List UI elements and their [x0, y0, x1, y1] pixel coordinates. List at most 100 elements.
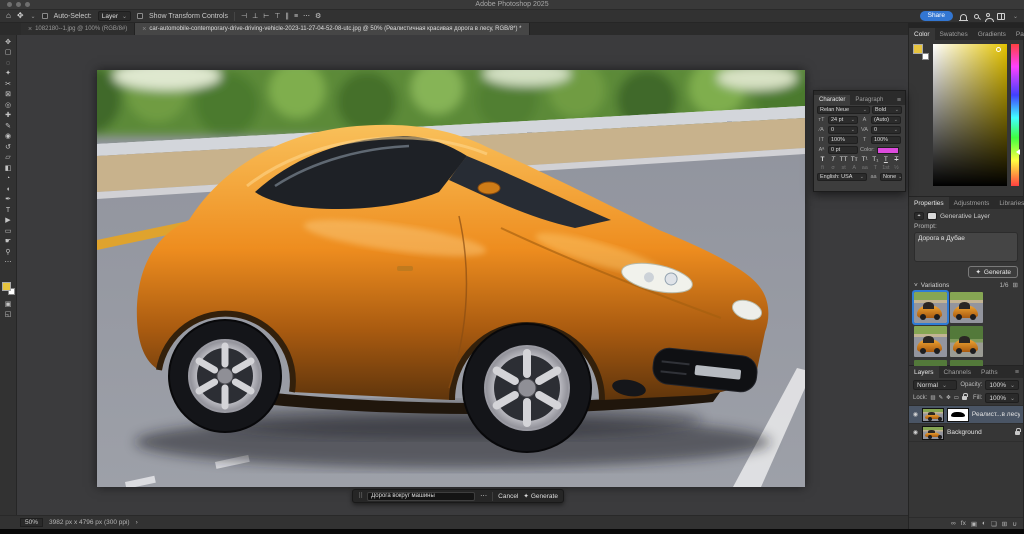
hand-tool[interactable]: ☛ — [1, 237, 16, 248]
variations-caret-icon[interactable]: ˅ — [914, 282, 918, 289]
baseline-field[interactable]: 0 pt — [828, 146, 858, 154]
lock-position-icon[interactable]: ✥ — [946, 395, 951, 401]
color-tab-color[interactable]: Color — [909, 28, 935, 40]
lock-pixels-icon[interactable]: ✎ — [939, 395, 944, 401]
taskbar-more-icon[interactable]: ⋯ — [480, 492, 487, 500]
layers-tab-layers[interactable]: Layers — [909, 366, 939, 378]
pen-tool[interactable]: ✒ — [1, 195, 16, 206]
taskbar-drag-handle[interactable]: ⠿ — [358, 492, 362, 500]
leading-field[interactable]: (Auto) — [871, 116, 901, 124]
foreground-color-swatch[interactable] — [2, 282, 11, 291]
crop-tool[interactable]: ✂ — [1, 79, 16, 90]
clone-stamp-tool[interactable]: ◉ — [1, 132, 16, 143]
marquee-tool[interactable]: ▢ — [1, 48, 16, 59]
background-color-swatch[interactable] — [922, 53, 929, 60]
path-selection-tool[interactable]: ▶ — [1, 216, 16, 227]
color-tab-gradients[interactable]: Gradients — [973, 28, 1011, 40]
lock-artboard-icon[interactable]: ▭ — [954, 395, 959, 401]
foreground-color-swatch[interactable] — [913, 44, 923, 54]
type-style-button-6[interactable]: T₁ — [871, 156, 880, 163]
quick-mask-button[interactable]: ▣ — [1, 299, 16, 310]
language-select[interactable]: English: USA — [817, 173, 867, 181]
edit-toolbar[interactable]: ⋯ — [1, 258, 16, 269]
notifications-bell-icon[interactable] — [960, 14, 967, 20]
opacity-dropdown[interactable]: 100% — [985, 380, 1019, 390]
layers-menu-icon[interactable]: ≡ — [1015, 366, 1023, 378]
settings-gear-icon[interactable]: ⚙ — [315, 13, 321, 20]
character-tab-character[interactable]: Character — [814, 95, 850, 105]
layer-thumbnail[interactable] — [922, 426, 944, 440]
eyedropper-tool[interactable]: ◎ — [1, 100, 16, 111]
search-icon[interactable] — [974, 14, 979, 19]
layers-adjustment-layer-icon[interactable]: ◐ — [982, 520, 986, 527]
opentype-button-6[interactable]: T — [871, 165, 880, 171]
zoom-level-field[interactable]: 50% — [20, 518, 43, 527]
layer-thumbnail[interactable] — [922, 408, 944, 422]
variation-thumbnail-2[interactable] — [950, 292, 983, 323]
shape-tool[interactable]: ▭ — [1, 226, 16, 237]
grid-view-icon[interactable]: ⊞ — [1013, 281, 1018, 289]
variation-thumbnail-1[interactable] — [914, 292, 947, 323]
align-left-icon[interactable]: ⊣ — [241, 13, 247, 20]
layers-link-layers-icon[interactable]: ∞ — [951, 520, 956, 527]
brush-tool[interactable]: ✎ — [1, 121, 16, 132]
align-center-h-icon[interactable]: ⊥ — [252, 13, 258, 20]
character-tab-paragraph[interactable]: Paragraph — [850, 95, 888, 105]
opentype-button-5[interactable]: aa — [860, 165, 869, 171]
blur-tool[interactable]: ◔ — [1, 174, 16, 185]
blend-mode-dropdown[interactable]: Normal — [913, 380, 957, 390]
saturation-brightness-field[interactable] — [933, 44, 1007, 186]
generate-button[interactable]: ✦ Generate — [968, 266, 1018, 278]
distribute-h-icon[interactable]: ∥ — [285, 13, 289, 20]
fill-dropdown[interactable]: 100% — [985, 393, 1019, 403]
move-tool-icon[interactable]: ✥ — [17, 12, 24, 20]
layer-row-1[interactable]: ◉Реалист...в лесу — [909, 406, 1023, 424]
visibility-eye-icon[interactable]: ◉ — [912, 411, 919, 418]
type-style-button-7[interactable]: T — [881, 156, 890, 163]
opentype-button-2[interactable]: σ — [829, 165, 838, 171]
workspace-switcher-icon[interactable] — [997, 13, 1005, 20]
opentype-button-7[interactable]: 1st — [881, 165, 890, 171]
type-style-button-8[interactable]: T — [892, 156, 901, 163]
properties-tab-properties[interactable]: Properties — [909, 197, 949, 209]
anti-alias-select[interactable]: None — [880, 173, 902, 181]
layers-tab-channels[interactable]: Channels — [939, 366, 976, 378]
font-style-select[interactable]: Bold — [872, 106, 902, 114]
status-chevron-icon[interactable]: › — [136, 519, 138, 526]
generative-prompt-input[interactable] — [367, 492, 475, 501]
visibility-eye-icon[interactable]: ◉ — [912, 429, 919, 436]
healing-brush-tool[interactable]: ✚ — [1, 111, 16, 122]
tracking-field[interactable]: 0 — [871, 126, 901, 134]
type-style-button-4[interactable]: Tᴛ — [850, 156, 859, 163]
dodge-tool[interactable]: ◖ — [1, 184, 16, 195]
more-options-icon[interactable]: ⋯ — [303, 13, 310, 20]
color-tab-swatches[interactable]: Swatches — [935, 28, 973, 40]
object-selection-tool[interactable]: ✦ — [1, 69, 16, 80]
eraser-tool[interactable]: ▱ — [1, 153, 16, 164]
auto-select-checkbox[interactable] — [42, 13, 48, 19]
color-cursor[interactable] — [996, 47, 1001, 52]
opentype-button-8[interactable]: ½ — [892, 165, 901, 171]
type-style-button-3[interactable]: TT — [839, 156, 848, 163]
layers-tab-paths[interactable]: Paths — [976, 366, 1003, 378]
horizontal-scale-field[interactable]: 100% — [871, 136, 901, 144]
type-style-button-2[interactable]: T — [829, 156, 838, 163]
history-brush-tool[interactable]: ↺ — [1, 142, 16, 153]
properties-tab-libraries[interactable]: Libraries — [994, 197, 1024, 209]
prompt-textarea[interactable]: Дорога в Дубае — [914, 232, 1018, 262]
properties-tab-adjustments[interactable]: Adjustments — [949, 197, 995, 209]
zoom-tool[interactable]: ⚲ — [1, 247, 16, 258]
color-swatch-widget[interactable] — [913, 44, 929, 60]
character-menu-icon[interactable]: ≡ — [897, 95, 905, 105]
move-tool[interactable]: ✥ — [1, 37, 16, 48]
font-size-field[interactable]: 24 pt — [828, 116, 858, 124]
layers-layer-effects-icon[interactable]: fx — [961, 520, 966, 527]
generate-button[interactable]: ✦ Generate — [523, 492, 558, 500]
color-swatch-widget[interactable] — [2, 282, 15, 295]
lock-transparency-icon[interactable]: ▨ — [930, 395, 935, 401]
kerning-field[interactable]: 0 — [828, 126, 858, 134]
frame-tool[interactable]: ⊠ — [1, 90, 16, 101]
layers-new-group-icon[interactable]: ❏ — [991, 520, 997, 528]
account-icon[interactable] — [986, 13, 990, 17]
color-tab-patterns[interactable]: Patterns — [1011, 28, 1024, 40]
